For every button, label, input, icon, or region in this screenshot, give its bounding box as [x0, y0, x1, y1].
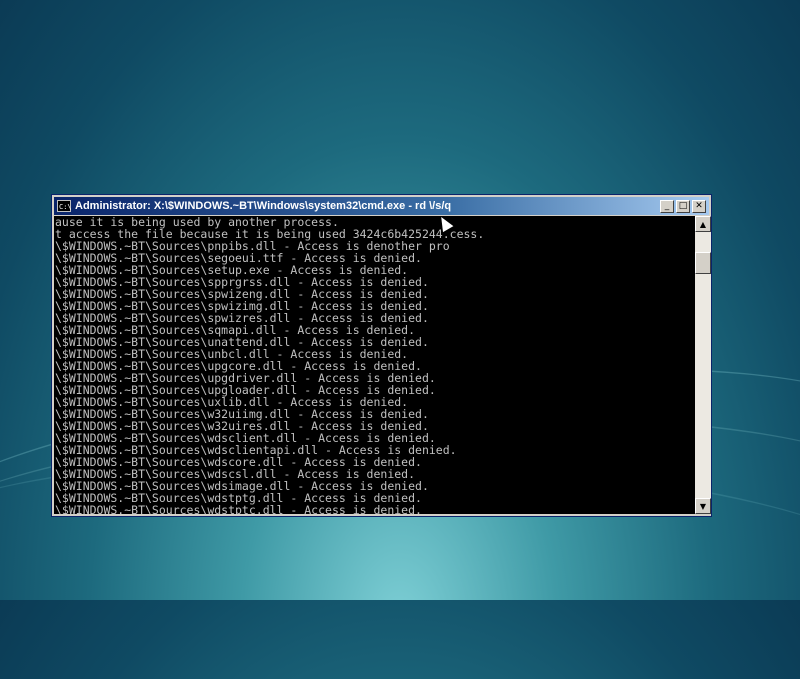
window-controls: _ □ ✕ — [658, 199, 706, 213]
console-output[interactable]: ause it is being used by another process… — [54, 216, 695, 514]
scroll-down-button[interactable]: ▼ — [695, 498, 711, 514]
vertical-scrollbar[interactable]: ▲ ▼ — [695, 216, 711, 514]
close-button[interactable]: ✕ — [692, 199, 706, 213]
cmd-window[interactable]: C:\ Administrator: X:\$WINDOWS.~BT\Windo… — [51, 194, 712, 517]
cmd-icon[interactable]: C:\ — [57, 200, 72, 212]
window-title: Administrator: X:\$WINDOWS.~BT\Windows\s… — [75, 200, 452, 212]
maximize-button[interactable]: □ — [676, 199, 690, 213]
scroll-thumb[interactable] — [695, 252, 711, 274]
title-bar[interactable]: C:\ Administrator: X:\$WINDOWS.~BT\Windo… — [54, 197, 709, 215]
scroll-up-button[interactable]: ▲ — [695, 216, 711, 232]
minimize-button[interactable]: _ — [660, 199, 674, 213]
console-line: \$WINDOWS.~BT\Sources\wdstptc.dll - Acce… — [55, 503, 422, 514]
